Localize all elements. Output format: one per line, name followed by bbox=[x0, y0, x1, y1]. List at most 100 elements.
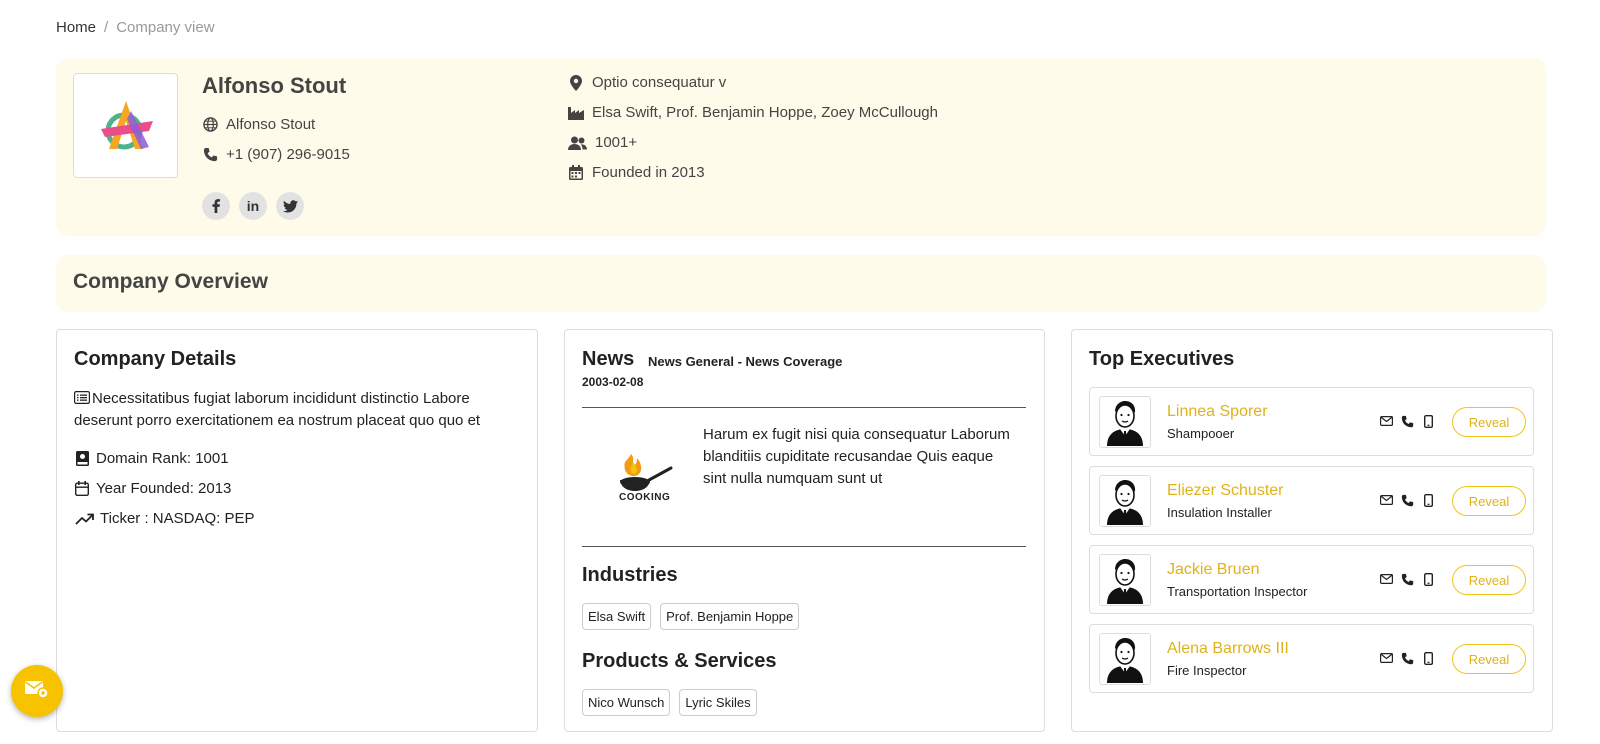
products-tags: Nico Wunsch Lyric Skiles bbox=[582, 689, 757, 716]
facebook-icon[interactable] bbox=[202, 192, 230, 220]
executive-contact-icons bbox=[1380, 572, 1435, 586]
phone-icon[interactable] bbox=[1401, 572, 1414, 586]
executive-name[interactable]: Eliezer Schuster bbox=[1167, 482, 1284, 500]
product-tag[interactable]: Nico Wunsch bbox=[582, 689, 671, 716]
executive-row: Alena Barrows III Fire Inspector Reveal bbox=[1089, 624, 1534, 693]
mobile-icon[interactable] bbox=[1422, 572, 1435, 586]
breadcrumb: Home / Company view bbox=[56, 19, 215, 36]
company-founded: Founded in 2013 bbox=[592, 164, 705, 181]
industry-tag[interactable]: Elsa Swift bbox=[582, 603, 652, 630]
news-card: News News General - News Coverage 2003-0… bbox=[564, 329, 1045, 732]
executive-name[interactable]: Alena Barrows III bbox=[1167, 640, 1289, 658]
social-links: in bbox=[202, 192, 304, 220]
news-title: News bbox=[582, 348, 635, 370]
company-overview-title: Company Overview bbox=[73, 270, 268, 293]
breadcrumb-separator: / bbox=[104, 19, 109, 36]
news-text[interactable]: Harum ex fugit nisi quia consequatur Lab… bbox=[703, 424, 1013, 490]
breadcrumb-current: Company view bbox=[116, 19, 215, 36]
company-name: Alfonso Stout bbox=[202, 73, 347, 98]
executive-row: Eliezer Schuster Insulation Installer Re… bbox=[1089, 466, 1534, 535]
news-subtitle: News General - News Coverage bbox=[648, 354, 843, 369]
executive-contact-icons bbox=[1380, 414, 1435, 428]
mobile-icon[interactable] bbox=[1422, 493, 1435, 507]
list-icon bbox=[74, 389, 91, 405]
company-employees-row: 1001+ bbox=[568, 134, 637, 151]
reveal-button[interactable]: Reveal bbox=[1452, 486, 1526, 516]
mobile-icon[interactable] bbox=[1422, 414, 1435, 428]
executive-row: Linnea Sporer Shampooer Reveal bbox=[1089, 387, 1534, 456]
executive-row: Jackie Bruen Transportation Inspector Re… bbox=[1089, 545, 1534, 614]
products-title: Products & Services bbox=[582, 650, 777, 672]
users-icon bbox=[568, 135, 587, 151]
phone-icon[interactable] bbox=[1401, 493, 1414, 507]
domain-rank: Domain Rank: 1001 bbox=[96, 450, 229, 467]
company-phone-row: +1 (907) 296-9015 bbox=[202, 146, 350, 163]
company-founded-row: Founded in 2013 bbox=[568, 164, 705, 181]
company-description-text: Necessitatibus fugiat laborum incididunt… bbox=[74, 390, 481, 429]
company-header: Alfonso Stout Alfonso Stout +1 (907) 296… bbox=[56, 58, 1546, 236]
executive-name[interactable]: Linnea Sporer bbox=[1167, 403, 1268, 421]
executive-name[interactable]: Jackie Bruen bbox=[1167, 561, 1260, 579]
company-founders: Elsa Swift, Prof. Benjamin Hoppe, Zoey M… bbox=[592, 104, 938, 121]
map-marker-icon bbox=[568, 74, 584, 91]
avatar bbox=[1099, 633, 1151, 685]
breadcrumb-home-link[interactable]: Home bbox=[56, 19, 96, 36]
company-logo bbox=[73, 73, 178, 178]
mail-settings-icon bbox=[25, 680, 49, 703]
mobile-icon[interactable] bbox=[1422, 651, 1435, 665]
reveal-button[interactable]: Reveal bbox=[1452, 565, 1526, 595]
news-date: 2003-02-08 bbox=[582, 375, 644, 389]
industries-title: Industries bbox=[582, 564, 678, 586]
company-description: Necessitatibus fugiat laborum incididunt… bbox=[74, 388, 514, 432]
phone-icon[interactable] bbox=[1401, 651, 1414, 665]
industries-tags: Elsa Swift Prof. Benjamin Hoppe bbox=[582, 603, 800, 630]
company-founders-row: Elsa Swift, Prof. Benjamin Hoppe, Zoey M… bbox=[568, 104, 938, 121]
product-tag[interactable]: Lyric Skiles bbox=[679, 689, 757, 716]
top-executives-card: Top Executives Linnea Sporer Shampooer R… bbox=[1071, 329, 1553, 732]
news-image[interactable]: COOKING bbox=[601, 440, 691, 510]
envelope-icon[interactable] bbox=[1380, 493, 1393, 507]
company-details-card: Company Details Necessitatibus fugiat la… bbox=[56, 329, 538, 732]
company-location-row: Optio consequatur v bbox=[568, 74, 726, 91]
phone-icon bbox=[202, 147, 218, 163]
executive-title: Insulation Installer bbox=[1167, 505, 1272, 520]
chat-fab-button[interactable] bbox=[11, 665, 63, 717]
domain-rank-row: Domain Rank: 1001 bbox=[74, 450, 229, 467]
company-phone[interactable]: +1 (907) 296-9015 bbox=[226, 146, 350, 163]
linkedin-icon[interactable]: in bbox=[239, 192, 267, 220]
avatar bbox=[1099, 396, 1151, 448]
envelope-icon[interactable] bbox=[1380, 414, 1393, 428]
news-image-caption: COOKING bbox=[619, 492, 671, 503]
news-divider-bottom bbox=[582, 546, 1026, 547]
company-details-title: Company Details bbox=[74, 348, 237, 370]
book-icon bbox=[74, 451, 90, 467]
envelope-icon[interactable] bbox=[1380, 651, 1393, 665]
industry-icon bbox=[568, 105, 584, 121]
envelope-icon[interactable] bbox=[1380, 572, 1393, 586]
executive-title: Transportation Inspector bbox=[1167, 584, 1308, 599]
company-website[interactable]: Alfonso Stout bbox=[226, 116, 315, 133]
company-overview-bar: Company Overview bbox=[56, 255, 1546, 312]
top-executives-title: Top Executives bbox=[1089, 348, 1235, 370]
company-location: Optio consequatur v bbox=[592, 74, 727, 91]
avatar bbox=[1099, 554, 1151, 606]
trending-up-icon bbox=[74, 511, 94, 527]
executive-contact-icons bbox=[1380, 493, 1435, 507]
ticker-row: Ticker : NASDAQ: PEP bbox=[74, 510, 254, 527]
twitter-icon[interactable] bbox=[276, 192, 304, 220]
company-employees: 1001+ bbox=[595, 134, 638, 151]
avatar bbox=[1099, 475, 1151, 527]
phone-icon[interactable] bbox=[1401, 414, 1414, 428]
industry-tag[interactable]: Prof. Benjamin Hoppe bbox=[660, 603, 800, 630]
globe-icon bbox=[202, 117, 218, 133]
ticker: Ticker : NASDAQ: PEP bbox=[100, 510, 255, 527]
news-divider-top bbox=[582, 407, 1026, 408]
calendar-icon bbox=[568, 165, 584, 181]
year-founded-row: Year Founded: 2013 bbox=[74, 480, 231, 497]
executive-title: Shampooer bbox=[1167, 426, 1235, 441]
reveal-button[interactable]: Reveal bbox=[1452, 644, 1526, 674]
year-founded: Year Founded: 2013 bbox=[96, 480, 232, 497]
reveal-button[interactable]: Reveal bbox=[1452, 407, 1526, 437]
executive-contact-icons bbox=[1380, 651, 1435, 665]
calendar-icon bbox=[74, 481, 90, 497]
